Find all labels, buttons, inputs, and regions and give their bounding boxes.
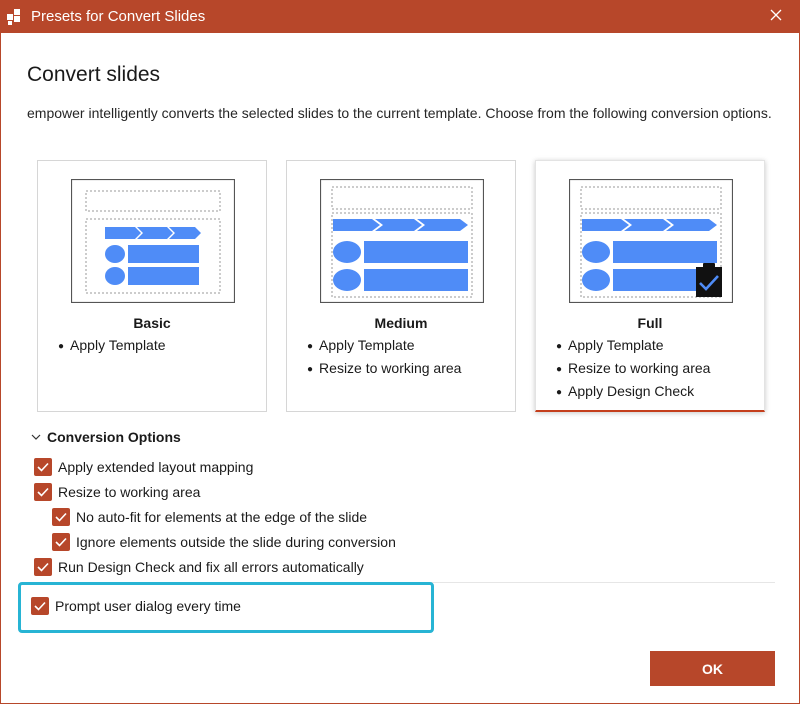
checkmark-icon	[37, 462, 49, 472]
conversion-options-label: Conversion Options	[47, 429, 181, 445]
option-label: No auto-fit for elements at the edge of …	[76, 509, 368, 525]
list-item: Apply Template	[556, 335, 710, 358]
list-item: Resize to working area	[307, 358, 461, 381]
option-ignore-outside-elements[interactable]: Ignore elements outside the slide during…	[52, 532, 396, 552]
basic-thumbnail	[71, 179, 235, 303]
preset-feature-list: Apply Template Resize to working area Ap…	[556, 335, 710, 404]
option-label: Prompt user dialog every time	[55, 598, 241, 614]
option-label: Ignore elements outside the slide during…	[76, 534, 396, 550]
checkbox[interactable]	[34, 458, 52, 476]
description-text: empower intelligently converts the selec…	[27, 105, 772, 121]
checkbox[interactable]	[34, 483, 52, 501]
app-icon	[7, 9, 23, 25]
checkmark-icon	[37, 562, 49, 572]
chevron-down-icon	[31, 434, 43, 440]
checkbox[interactable]	[52, 533, 70, 551]
option-run-design-check[interactable]: Run Design Check and fix all errors auto…	[34, 557, 364, 577]
list-item: Apply Template	[307, 335, 461, 358]
option-extended-layout-mapping[interactable]: Apply extended layout mapping	[34, 457, 253, 477]
list-item: Resize to working area	[556, 358, 710, 381]
close-icon	[770, 8, 782, 26]
preset-title: Full	[637, 315, 663, 331]
window-title: Presets for Convert Slides	[31, 8, 206, 25]
ok-button[interactable]: OK	[650, 651, 775, 686]
option-label: Run Design Check and fix all errors auto…	[58, 559, 364, 575]
option-label: Apply extended layout mapping	[58, 459, 254, 475]
design-check-icon	[696, 263, 722, 297]
preset-card-medium[interactable]: Medium Apply Template Resize to working …	[286, 160, 516, 412]
close-button[interactable]	[753, 1, 799, 33]
medium-thumbnail	[320, 179, 484, 303]
preset-title: Basic	[133, 315, 171, 331]
checkmark-icon	[37, 487, 49, 497]
title-bar[interactable]: Presets for Convert Slides	[1, 1, 799, 33]
checkmark-icon	[55, 537, 67, 547]
preset-card-basic[interactable]: Basic Apply Template	[37, 160, 267, 412]
list-item: Apply Design Check	[556, 381, 710, 404]
option-label: Resize to working area	[58, 484, 201, 500]
preset-card-full[interactable]: Full Apply Template Resize to working ar…	[535, 160, 765, 412]
checkbox[interactable]	[31, 597, 49, 615]
option-resize-working-area[interactable]: Resize to working area	[34, 482, 200, 502]
checkmark-icon	[34, 601, 46, 611]
checkmark-icon	[55, 512, 67, 522]
page-title: Convert slides	[27, 63, 161, 86]
full-thumbnail	[569, 179, 733, 303]
dialog-window: Presets for Convert Slides Convert slide…	[0, 0, 800, 704]
checkbox[interactable]	[52, 508, 70, 526]
option-no-auto-fit[interactable]: No auto-fit for elements at the edge of …	[52, 507, 367, 527]
checkbox[interactable]	[34, 558, 52, 576]
preset-title: Medium	[374, 315, 428, 331]
preset-feature-list: Apply Template	[58, 335, 165, 358]
list-item: Apply Template	[58, 335, 165, 358]
preset-feature-list: Apply Template Resize to working area	[307, 335, 461, 381]
option-prompt-user-dialog[interactable]: Prompt user dialog every time	[31, 596, 241, 616]
conversion-options-toggle[interactable]: Conversion Options	[31, 428, 181, 446]
